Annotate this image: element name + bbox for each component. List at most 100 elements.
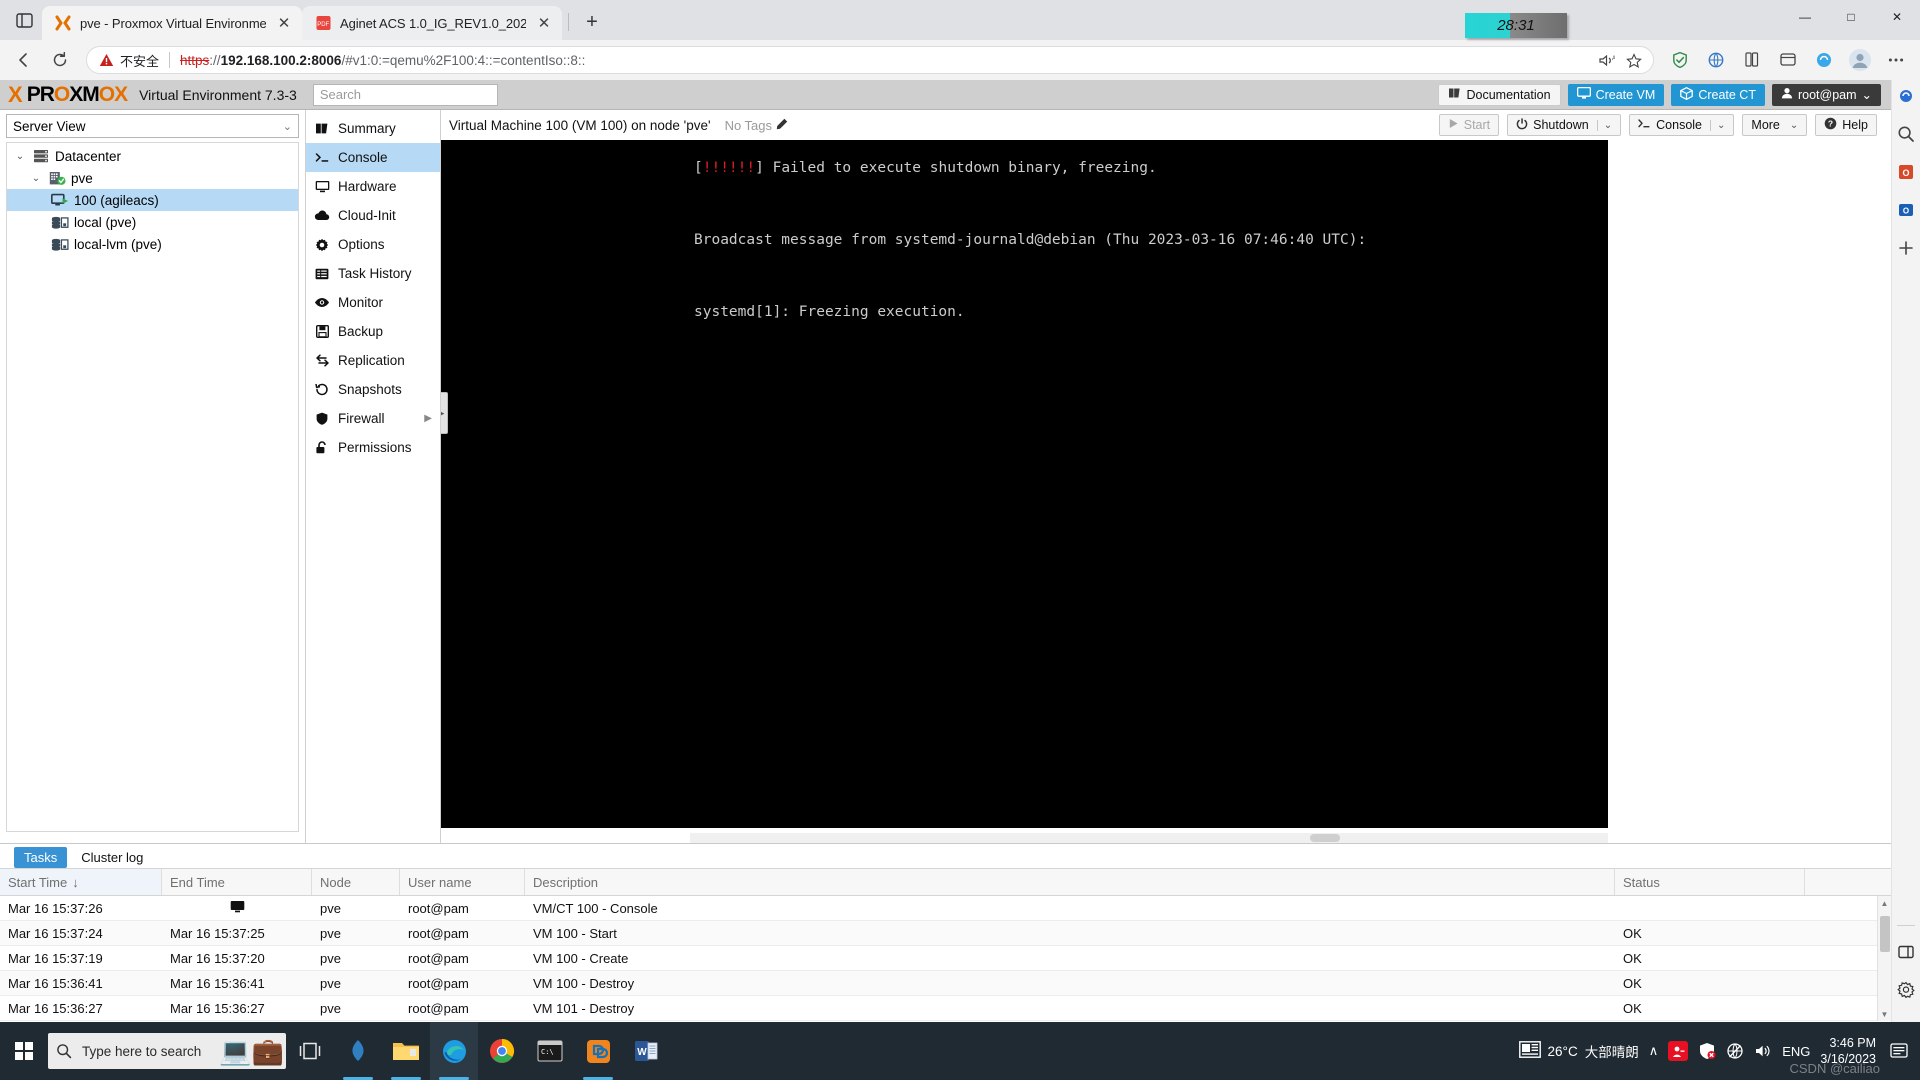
address-bar[interactable]: 不安全 https://192.168.100.2:8006/#v1:0:=qe… xyxy=(86,46,1654,74)
chevron-down-icon[interactable]: ⌄ xyxy=(1596,119,1612,131)
menu-item-options[interactable]: Options xyxy=(306,230,440,259)
column-header-start-time[interactable]: Start Time ↓ xyxy=(0,869,162,895)
profile-icon[interactable] xyxy=(1844,44,1876,76)
browser-essentials-icon[interactable] xyxy=(1772,44,1804,76)
help-button[interactable]: ? Help xyxy=(1815,114,1877,136)
split-screen-icon[interactable] xyxy=(1808,44,1840,76)
close-icon[interactable]: ✕ xyxy=(274,13,294,33)
read-aloud-icon[interactable]: A xyxy=(1593,47,1619,73)
security-alert-icon[interactable] xyxy=(1698,1042,1716,1060)
reload-icon[interactable] xyxy=(44,44,76,76)
menu-item-task-history[interactable]: Task History xyxy=(306,259,440,288)
edge-icon[interactable] xyxy=(430,1022,478,1080)
menu-item-monitor[interactable]: Monitor xyxy=(306,288,440,317)
clock[interactable]: 3:46 PM 3/16/2023 xyxy=(1820,1035,1876,1067)
outlook-icon[interactable]: O xyxy=(1894,198,1918,222)
column-header-node[interactable]: Node xyxy=(312,869,400,895)
create-ct-button[interactable]: Create CT xyxy=(1671,83,1765,106)
twisty-icon[interactable]: ⌄ xyxy=(13,151,27,162)
add-tool-icon[interactable] xyxy=(1894,236,1918,260)
minimize-button[interactable]: — xyxy=(1782,0,1828,34)
panel-collapse-handle[interactable]: ▶ xyxy=(441,392,448,434)
column-header-user-name[interactable]: User name xyxy=(400,869,525,895)
tree-item-pve[interactable]: ⌄ pve xyxy=(7,167,298,189)
weather-widget[interactable]: 26°C 大部晴朗 xyxy=(1518,1041,1639,1061)
tab-tasks[interactable]: Tasks xyxy=(14,847,68,868)
scroll-up-icon[interactable]: ▲ xyxy=(1878,896,1891,910)
tags-field[interactable]: No Tags xyxy=(725,118,788,133)
vmware-icon[interactable] xyxy=(574,1022,622,1080)
tab-cluster-log[interactable]: Cluster log xyxy=(71,847,153,868)
table-row[interactable]: Mar 16 15:37:24 Mar 16 15:37:25 pve root… xyxy=(0,921,1891,946)
tree-item-local[interactable]: local (pve) xyxy=(7,211,298,233)
tree-item-local-lvm[interactable]: local-lvm (pve) xyxy=(7,233,298,255)
favorites-icon[interactable] xyxy=(1736,44,1768,76)
create-vm-button[interactable]: Create VM xyxy=(1567,83,1665,106)
column-header-status[interactable]: Status xyxy=(1615,869,1805,895)
pencil-icon[interactable] xyxy=(776,118,788,133)
table-row[interactable]: Mar 16 15:36:41 Mar 16 15:36:41 pve root… xyxy=(0,971,1891,996)
tasks-vscrollbar[interactable]: ▲ ▼ xyxy=(1877,896,1891,1021)
close-icon[interactable]: ✕ xyxy=(534,13,554,33)
office-icon[interactable]: O xyxy=(1894,160,1918,184)
start-button[interactable] xyxy=(0,1022,48,1080)
menu-item-summary[interactable]: Summary xyxy=(306,114,440,143)
language-indicator[interactable]: ENG xyxy=(1782,1044,1810,1059)
scroll-thumb[interactable] xyxy=(1310,834,1340,842)
menu-item-backup[interactable]: Backup xyxy=(306,317,440,346)
view-selector[interactable]: Server View ⌄ xyxy=(6,114,299,138)
menu-item-hardware[interactable]: Hardware xyxy=(306,172,440,201)
settings-more-icon[interactable] xyxy=(1880,44,1912,76)
search-icon[interactable] xyxy=(1894,122,1918,146)
copilot-icon[interactable] xyxy=(1894,84,1918,108)
tree-item-datacenter[interactable]: ⌄ Datacenter xyxy=(7,145,298,167)
shutdown-button[interactable]: Shutdown ⌄ xyxy=(1507,114,1622,136)
close-window-button[interactable]: ✕ xyxy=(1874,0,1920,34)
table-row[interactable]: Mar 16 15:36:27 Mar 16 15:36:27 pve root… xyxy=(0,996,1891,1021)
column-header-end-time[interactable]: End Time xyxy=(162,869,312,895)
sqlite-browser-icon[interactable] xyxy=(334,1022,382,1080)
browser-tab-pve[interactable]: pve - Proxmox Virtual Environme ✕ xyxy=(42,6,302,40)
menu-item-console[interactable]: Console xyxy=(306,143,440,172)
browser-tab-aginet[interactable]: PDF Aginet ACS 1.0_IG_REV1.0_2022_ ✕ xyxy=(302,6,562,40)
twisty-icon[interactable]: ⌄ xyxy=(29,173,43,184)
back-icon[interactable] xyxy=(8,44,40,76)
console-screen[interactable]: [!!!!!!] Failed to execute shutdown bina… xyxy=(690,140,1608,828)
chevron-down-icon[interactable]: ⌄ xyxy=(1788,120,1798,131)
word-icon[interactable]: W xyxy=(622,1022,670,1080)
chrome-icon[interactable] xyxy=(478,1022,526,1080)
split-screen-icon[interactable] xyxy=(1894,940,1918,964)
console-hscrollbar[interactable] xyxy=(690,833,1608,843)
scroll-thumb[interactable] xyxy=(1880,916,1890,952)
user-menu-button[interactable]: root@pam ⌄ xyxy=(1771,83,1881,106)
menu-item-firewall[interactable]: Firewall ▶ xyxy=(306,404,440,433)
menu-item-replication[interactable]: Replication xyxy=(306,346,440,375)
show-hidden-icons-chevron[interactable]: ∧ xyxy=(1649,1043,1659,1059)
table-row[interactable]: Mar 16 15:37:26 pve root@pam VM/CT 100 -… xyxy=(0,896,1891,921)
collections-icon[interactable] xyxy=(1700,44,1732,76)
new-tab-button[interactable]: + xyxy=(577,7,607,37)
teamviewer-icon[interactable] xyxy=(1668,1041,1689,1061)
search-input[interactable]: Search xyxy=(312,83,498,106)
taskbar-search-input[interactable]: Type here to search 💻💼 xyxy=(48,1033,286,1069)
tree-item-vm-100[interactable]: 100 (agileacs) xyxy=(7,189,298,211)
task-view-icon[interactable] xyxy=(286,1022,334,1080)
menu-item-cloud-init[interactable]: Cloud-Init xyxy=(306,201,440,230)
terminal-icon[interactable]: C:\ xyxy=(526,1022,574,1080)
table-row[interactable]: Mar 16 15:37:19 Mar 16 15:37:20 pve root… xyxy=(0,946,1891,971)
scroll-down-icon[interactable]: ▼ xyxy=(1878,1007,1891,1021)
favorite-icon[interactable] xyxy=(1621,47,1647,73)
column-header-description[interactable]: Description xyxy=(525,869,1615,895)
maximize-button[interactable]: □ xyxy=(1828,0,1874,34)
documentation-button[interactable]: Documentation xyxy=(1438,83,1561,106)
sidebar-settings-icon[interactable] xyxy=(1894,978,1918,1002)
menu-item-snapshots[interactable]: Snapshots xyxy=(306,375,440,404)
file-explorer-icon[interactable] xyxy=(382,1022,430,1080)
menu-item-permissions[interactable]: Permissions xyxy=(306,433,440,462)
notification-center-icon[interactable] xyxy=(1886,1036,1912,1066)
proxmox-logo[interactable]: X PROXMOX xyxy=(6,83,128,106)
chevron-down-icon[interactable]: ⌄ xyxy=(1710,119,1725,131)
more-button[interactable]: More ⌄ xyxy=(1742,114,1808,136)
volume-icon[interactable] xyxy=(1754,1043,1772,1059)
tab-actions-icon[interactable] xyxy=(6,3,42,37)
